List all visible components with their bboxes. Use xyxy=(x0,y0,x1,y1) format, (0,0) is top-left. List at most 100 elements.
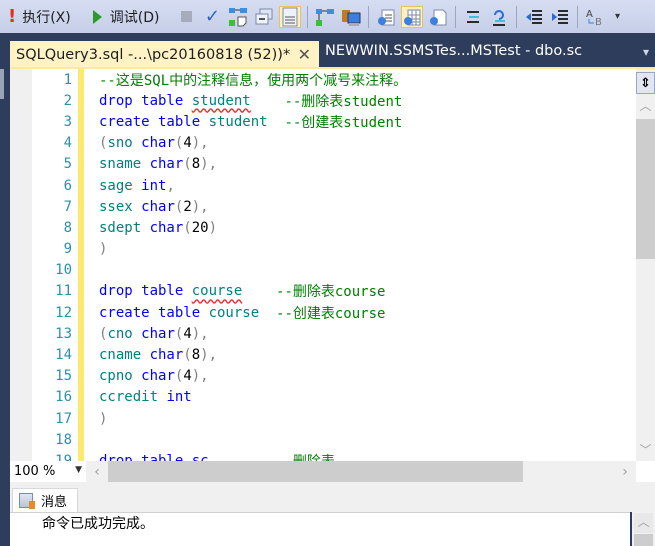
comment-token: --删除表student xyxy=(250,93,403,110)
comment-out-button[interactable] xyxy=(462,6,484,28)
change-tracking-bar xyxy=(78,408,84,430)
identifier-token: ccredit xyxy=(99,389,167,406)
line-number: 5 xyxy=(63,156,72,173)
execute-button[interactable]: ! 执行(X) xyxy=(4,4,75,30)
code-line[interactable]: 11 drop table course --删除表course xyxy=(32,280,636,303)
toolbar-overflow-button[interactable]: ▾ xyxy=(610,6,624,28)
results-to-file-button[interactable] xyxy=(427,6,449,28)
keyword-token: char xyxy=(141,135,175,152)
results-to-text-button[interactable] xyxy=(279,5,302,28)
keyword-token: char xyxy=(149,347,184,364)
code-line[interactable]: 16 ccredit int xyxy=(32,386,636,408)
keyword-token: char xyxy=(141,368,175,385)
comment-token: --创建表course xyxy=(259,305,386,322)
messages-icon xyxy=(19,493,35,509)
code-line[interactable]: 10 xyxy=(32,259,636,281)
results-to-text-mode-button[interactable] xyxy=(375,6,397,28)
split-window-button[interactable]: ⇕ xyxy=(636,72,655,94)
svg-text:A: A xyxy=(586,9,593,20)
increase-indent-button[interactable] xyxy=(549,6,571,28)
line-number: 8 xyxy=(63,219,72,236)
scroll-down-icon[interactable]: ﹀ xyxy=(636,441,655,461)
cancel-query-button[interactable] xyxy=(175,6,197,28)
results-to-grid-button[interactable] xyxy=(401,5,424,28)
comment-icon xyxy=(467,10,480,23)
keyword-token: drop table xyxy=(99,92,192,109)
split-icon: ⇕ xyxy=(640,75,651,91)
parse-button[interactable]: ✓ xyxy=(201,6,223,28)
scrollbar-corner xyxy=(636,461,655,482)
specify-values-button[interactable]: A B xyxy=(584,6,606,28)
operator-token: ( xyxy=(174,368,184,385)
scroll-up-icon[interactable]: ︿ xyxy=(636,97,655,117)
sql-editor[interactable]: 1 --这是SQL中的注释信息，使用两个减号来注释。 2 drop table stu… xyxy=(10,69,636,461)
code-line[interactable]: 3 create table student --创建表student xyxy=(32,111,636,133)
code-line[interactable]: 14 cname char(8), xyxy=(32,344,636,366)
scroll-right-icon[interactable]: › xyxy=(614,464,636,480)
horizontal-scroll-thumb[interactable] xyxy=(108,461,523,482)
code-line[interactable]: 1 --这是SQL中的注释信息，使用两个减号来注释。 xyxy=(32,69,636,91)
tab-sqlquery3[interactable]: SQLQuery3.sql -...\pc20160818 (52))* ✕ xyxy=(10,41,319,68)
query-design-button[interactable] xyxy=(227,6,249,28)
change-tracking-bar xyxy=(78,450,84,461)
code-line[interactable]: 15 cpno char(4), xyxy=(32,365,636,387)
editor-vertical-scrollbar[interactable]: ⇕ ︿ ﹀ xyxy=(636,69,655,461)
keyword-token: drop table sc xyxy=(99,452,209,461)
code-line[interactable]: 12 create table course --创建表course xyxy=(32,302,636,324)
client-stats-icon xyxy=(342,9,361,26)
overflow-icon: ▾ xyxy=(614,11,620,22)
change-tracking-bar xyxy=(78,429,84,451)
include-plan-button[interactable] xyxy=(314,6,336,28)
line-number: 9 xyxy=(63,241,72,258)
change-tracking-bar xyxy=(78,174,84,197)
results-pane-button[interactable] xyxy=(253,6,275,28)
debug-button[interactable]: 调试(D) xyxy=(89,4,164,30)
code-line[interactable]: 9) xyxy=(32,238,636,260)
identifier-token: course xyxy=(191,283,243,300)
line-number: 12 xyxy=(55,304,72,321)
messages-pane: 命令已成功完成。 xyxy=(10,512,630,546)
scroll-left-icon[interactable]: ‹ xyxy=(86,464,108,480)
code-line[interactable]: 5 sname char(8), xyxy=(32,153,636,175)
operator-token: ), xyxy=(200,156,218,173)
messages-vertical-scrollbar[interactable]: ︿ xyxy=(632,512,655,546)
zoom-level-dropdown[interactable]: 100 % ▼ xyxy=(10,461,86,482)
code-line[interactable]: 13(cno char(4), xyxy=(32,323,636,345)
vertical-scroll-thumb[interactable] xyxy=(636,119,655,259)
decrease-indent-button[interactable] xyxy=(523,6,545,28)
execute-label: 执行(X) xyxy=(22,9,71,26)
code-line[interactable]: 2 drop table student --删除表student xyxy=(32,90,636,112)
tab-newwin-dbo-sc[interactable]: NEWWIN.SSMSTes...MSTest - dbo.sc xyxy=(325,43,582,59)
change-tracking-bar xyxy=(78,344,84,366)
scroll-up-icon[interactable]: ︿ xyxy=(634,513,653,533)
results-to-text-mode-icon xyxy=(378,9,395,25)
change-tracking-bar xyxy=(78,111,84,133)
tab-messages[interactable]: 消息 xyxy=(12,488,78,512)
code-line[interactable]: 17) xyxy=(32,408,636,430)
change-tracking-bar xyxy=(78,196,84,218)
messages-scroll-thumb[interactable] xyxy=(634,534,653,546)
code-line[interactable]: 4(sno char(4), xyxy=(32,132,636,154)
uncomment-button[interactable] xyxy=(488,6,510,28)
debug-label: 调试(D) xyxy=(109,9,160,26)
include-plan-icon xyxy=(316,8,335,26)
code-line[interactable]: 8 sdept char(20) xyxy=(32,217,636,239)
ssms-window: ! 执行(X) 调试(D) ✓ A B ▾ SQLQuery3.sql -...… xyxy=(0,0,655,546)
operator-token: ), xyxy=(191,135,209,152)
close-tab-icon[interactable]: ✕ xyxy=(298,45,311,64)
line-number: 3 xyxy=(63,113,72,130)
results-to-icon xyxy=(255,8,273,24)
operator-token: ), xyxy=(191,198,209,215)
line-number: 18 xyxy=(55,431,72,448)
tab-overflow-dropdown-icon[interactable]: ▾ xyxy=(643,45,649,59)
horizontal-scroll-track[interactable] xyxy=(523,461,614,482)
client-stats-button[interactable] xyxy=(340,6,362,28)
keyword-token: char xyxy=(141,325,175,342)
operator-token: ( xyxy=(174,135,184,152)
code-line[interactable]: 18 xyxy=(32,429,636,451)
identifier-token: cpno xyxy=(99,368,142,385)
line-number: 13 xyxy=(55,325,72,342)
code-line[interactable]: 7 ssex char(2), xyxy=(32,196,636,218)
code-line[interactable]: 19 drop table sc --删除表 xyxy=(32,450,636,461)
code-line[interactable]: 6 sage int, xyxy=(32,174,636,197)
